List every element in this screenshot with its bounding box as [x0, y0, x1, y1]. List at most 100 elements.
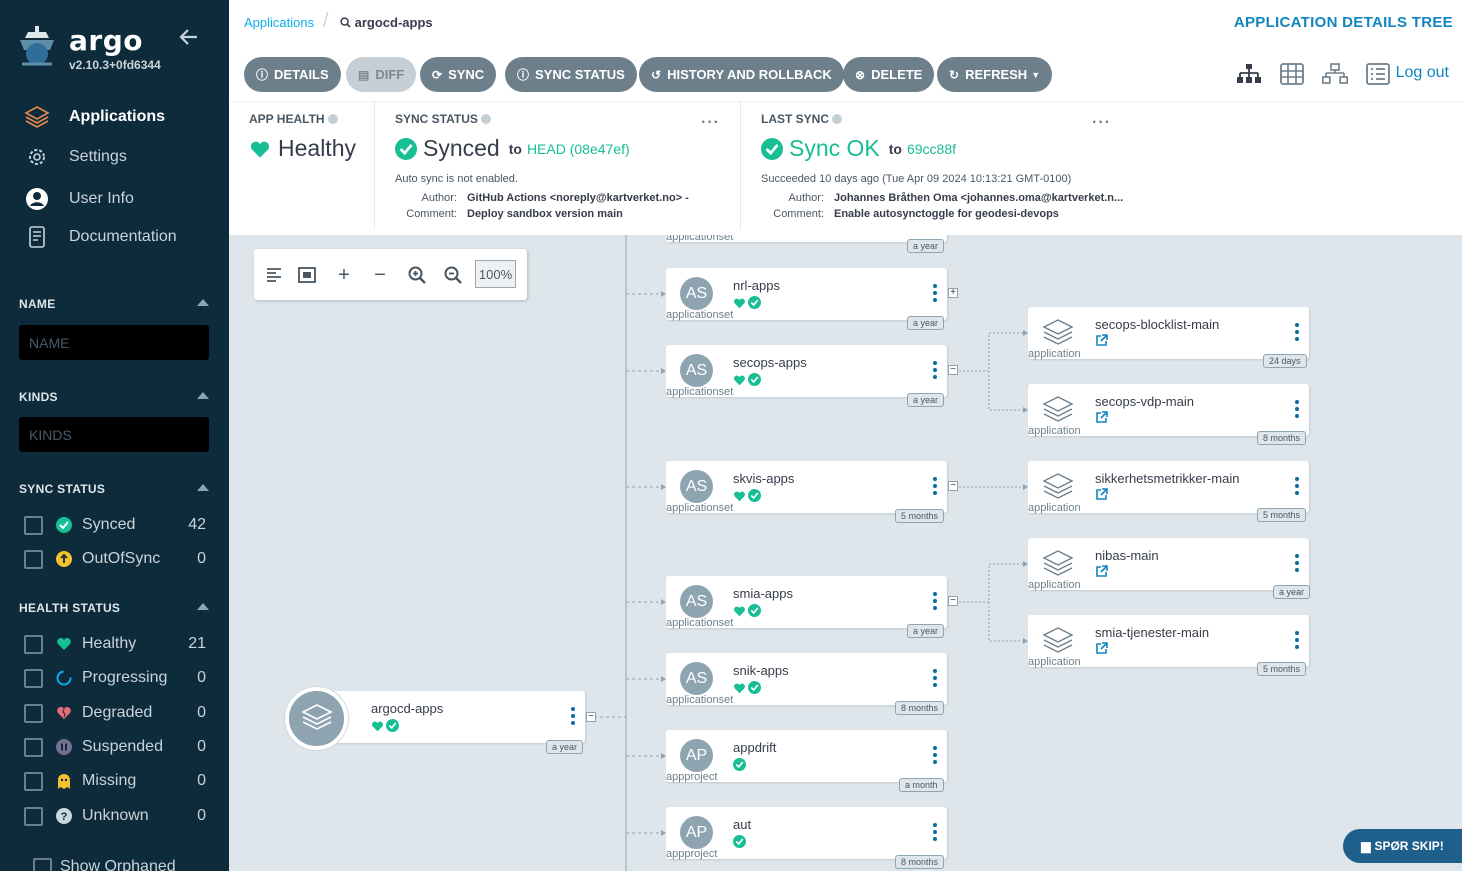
partial-node[interactable]: applicationset	[666, 235, 947, 243]
external-link-icon[interactable]	[1095, 334, 1108, 347]
expand-all-icon[interactable]: +	[332, 263, 356, 287]
node-menu-icon[interactable]	[933, 669, 937, 687]
more-options-icon[interactable]: ···	[701, 114, 720, 132]
collapse-kinds-filter-icon[interactable]	[197, 392, 209, 399]
node-menu-icon[interactable]	[1295, 400, 1299, 418]
collapse-sync-filter-icon[interactable]	[197, 484, 209, 491]
filter-progressing[interactable]: Progressing 0	[24, 667, 206, 689]
help-icon[interactable]	[480, 114, 491, 124]
external-link-icon[interactable]	[1095, 565, 1108, 578]
tree-view-icon[interactable]	[1236, 63, 1262, 85]
more-options-icon[interactable]: ···	[1092, 114, 1111, 132]
child-node-smia-apps[interactable]: AS smia-apps applicationset	[666, 576, 947, 629]
node-menu-icon[interactable]	[933, 361, 937, 379]
filter-missing[interactable]: Missing 0	[24, 770, 206, 792]
node-menu-icon[interactable]	[933, 284, 937, 302]
checkbox[interactable]	[24, 668, 43, 688]
child-node-secops-apps[interactable]: AS secops-apps applicationset	[666, 345, 947, 398]
sync-revision-link[interactable]: HEAD (08e47ef)	[527, 141, 630, 157]
node-menu-icon[interactable]	[571, 707, 575, 725]
node-menu-icon[interactable]	[1295, 477, 1299, 495]
breadcrumb-applications[interactable]: Applications	[244, 15, 314, 30]
external-link-icon[interactable]	[1095, 411, 1108, 424]
app-node-secops-blocklist-main[interactable]: secops-blocklist-main application	[1028, 307, 1309, 360]
child-node-appdrift[interactable]: AP appdrift appproject	[666, 730, 947, 783]
filter-show-orphaned[interactable]: Show Orphaned	[33, 856, 215, 871]
root-node[interactable]: argocd-apps	[324, 691, 585, 743]
history-rollback-button[interactable]: ↺ HISTORY AND ROLLBACK	[639, 57, 844, 92]
filter-degraded[interactable]: Degraded 0	[24, 702, 206, 724]
collapse-toggle[interactable]: −	[586, 712, 596, 722]
collapse-health-filter-icon[interactable]	[197, 603, 209, 610]
node-menu-icon[interactable]	[1295, 631, 1299, 649]
checkbox[interactable]	[24, 806, 43, 826]
filter-synced[interactable]: Synced 42	[24, 514, 206, 536]
zoom-out-icon[interactable]	[441, 263, 465, 287]
filter-out-of-sync[interactable]: OutOfSync 0	[24, 548, 206, 570]
name-filter-input[interactable]	[19, 325, 209, 360]
child-node-skvis-apps[interactable]: AS skvis-apps applicationset	[666, 461, 947, 514]
applicationset-icon: AS	[680, 354, 713, 387]
checkbox[interactable]	[24, 515, 43, 535]
app-node-nibas-main[interactable]: nibas-main application	[1028, 538, 1309, 591]
last-sync-revision-link[interactable]: 69cc88f	[907, 141, 956, 157]
filter-healthy[interactable]: Healthy 21	[24, 633, 206, 655]
external-link-icon[interactable]	[1095, 642, 1108, 655]
sync-button[interactable]: ⟳ SYNC	[420, 57, 497, 92]
collapse-name-filter-icon[interactable]	[197, 299, 209, 306]
align-left-icon[interactable]	[262, 263, 286, 287]
sync-status-button[interactable]: ⓘ SYNC STATUS	[505, 57, 637, 92]
filter-suspended[interactable]: Suspended 0	[24, 736, 206, 758]
fit-screen-icon[interactable]	[295, 263, 319, 287]
chat-button[interactable]: ▆ SPØR SKIP!	[1343, 829, 1462, 863]
diff-button[interactable]: ▤ DIFF	[346, 57, 417, 92]
checkbox[interactable]	[24, 771, 43, 791]
list-view-icon[interactable]	[1365, 63, 1391, 85]
child-node-snik-apps[interactable]: AS snik-apps applicationset	[666, 653, 947, 706]
help-icon[interactable]	[327, 114, 338, 124]
zoom-level[interactable]: 100%	[475, 260, 516, 288]
node-menu-icon[interactable]	[933, 823, 937, 841]
refresh-button[interactable]: ↻ REFRESH ▼	[937, 57, 1053, 92]
pods-view-icon[interactable]	[1279, 63, 1305, 85]
child-node-nrl-apps[interactable]: AS nrl-apps applicationset	[666, 268, 947, 321]
node-kind: applicationset	[666, 617, 734, 629]
checkbox[interactable]	[24, 737, 43, 757]
nav-settings[interactable]: Settings	[24, 144, 127, 170]
collapse-sidebar-icon[interactable]	[178, 26, 200, 48]
node-menu-icon[interactable]	[933, 477, 937, 495]
app-node-sikkerhetsmetrikker-main[interactable]: sikkerhetsmetrikker-main application	[1028, 461, 1309, 514]
nav-applications[interactable]: Applications	[24, 104, 165, 130]
collapse-toggle[interactable]: −	[948, 365, 958, 375]
node-menu-icon[interactable]	[1295, 554, 1299, 572]
divider	[740, 102, 741, 230]
network-view-icon[interactable]	[1322, 63, 1348, 85]
broken-heart-icon	[57, 707, 71, 719]
checkbox[interactable]	[24, 549, 43, 569]
checkbox[interactable]	[33, 857, 52, 871]
zoom-in-icon[interactable]	[405, 263, 429, 287]
checkbox[interactable]	[24, 634, 43, 654]
expand-toggle[interactable]: +	[948, 288, 958, 298]
app-health-value: Healthy	[249, 135, 356, 162]
node-menu-icon[interactable]	[933, 746, 937, 764]
logout-link[interactable]: Log out	[1396, 64, 1449, 82]
details-button[interactable]: ⓘ DETAILS	[244, 57, 341, 92]
filter-unknown[interactable]: ? Unknown 0	[24, 805, 206, 827]
external-link-icon[interactable]	[1095, 488, 1108, 501]
delete-button[interactable]: ⊗ DELETE	[843, 57, 935, 92]
app-node-smia-tjenester-main[interactable]: smia-tjenester-main application	[1028, 615, 1309, 668]
nav-documentation[interactable]: Documentation	[24, 224, 177, 250]
kinds-filter-input[interactable]	[19, 417, 209, 452]
resource-tree-graph[interactable]: + − 100% applicationset a year argocd-ap…	[229, 235, 1462, 871]
collapse-toggle[interactable]: −	[948, 481, 958, 491]
app-node-secops-vdp-main[interactable]: secops-vdp-main application	[1028, 384, 1309, 437]
collapse-all-icon[interactable]: −	[368, 263, 392, 287]
node-menu-icon[interactable]	[1295, 323, 1299, 341]
help-icon[interactable]	[832, 114, 843, 124]
node-menu-icon[interactable]	[933, 592, 937, 610]
checkbox[interactable]	[24, 703, 43, 723]
nav-user-info[interactable]: User Info	[24, 186, 134, 212]
collapse-toggle[interactable]: −	[948, 596, 958, 606]
child-node-aut[interactable]: AP aut appproject	[666, 807, 947, 860]
